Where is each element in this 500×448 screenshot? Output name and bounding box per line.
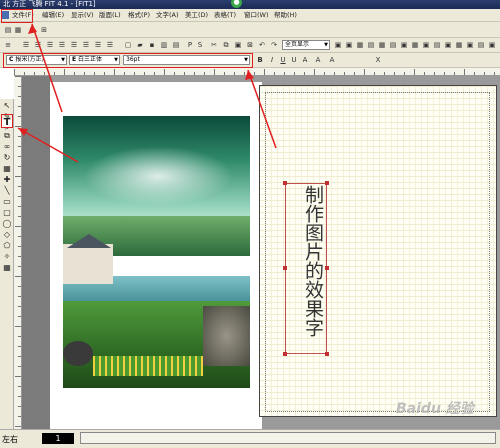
watermark: Baidu 经验 xyxy=(396,401,474,417)
annotation-arrows xyxy=(17,23,277,163)
